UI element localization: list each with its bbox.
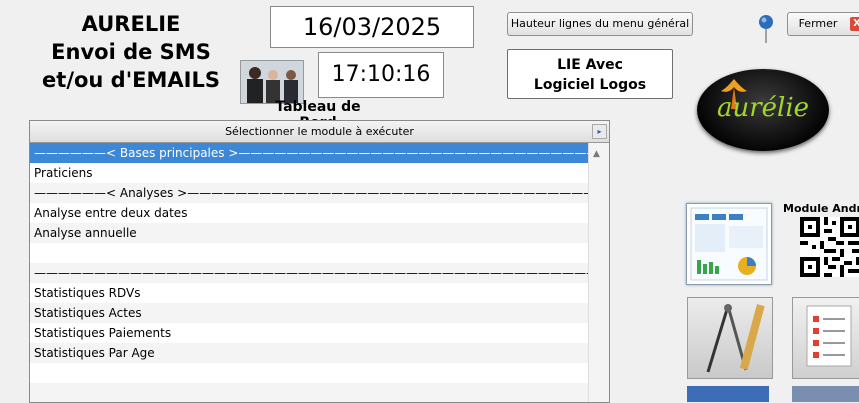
list-item[interactable]: ——————< Bases principales >—————————————… bbox=[30, 143, 588, 163]
module-selector-panel: Sélectionner le module à exécuter ▸ ————… bbox=[29, 120, 610, 403]
lie-line2: Logiciel Logos bbox=[533, 77, 647, 93]
drafting-tools-thumbnail[interactable] bbox=[687, 297, 773, 379]
close-button[interactable]: Fermer X bbox=[787, 12, 859, 36]
module-list: ——————< Bases principales >—————————————… bbox=[30, 143, 609, 402]
lie-logos-box[interactable]: LIE Avec Logiciel Logos bbox=[507, 49, 673, 99]
checklist-thumbnail[interactable] bbox=[792, 297, 859, 379]
scroll-up-icon[interactable]: ▲ bbox=[593, 149, 600, 159]
list-item[interactable] bbox=[30, 363, 588, 383]
aurelie-logo: aurélie bbox=[697, 69, 829, 151]
list-scrollbar[interactable]: ▲ bbox=[588, 143, 609, 402]
qr-code-icon[interactable] bbox=[800, 217, 859, 277]
options-thumbnail[interactable] bbox=[687, 386, 769, 402]
list-item[interactable]: Statistiques Par Age bbox=[30, 343, 588, 363]
lie-line1: LIE Avec bbox=[557, 57, 623, 73]
list-item[interactable] bbox=[30, 243, 588, 263]
business-people-image bbox=[240, 60, 304, 104]
list-item[interactable] bbox=[30, 383, 588, 402]
app-title-line3: et/ou d'EMAILS bbox=[42, 68, 220, 92]
logo-text: aurélie bbox=[716, 93, 810, 123]
module-selector-title: Sélectionner le module à exécuter bbox=[225, 125, 414, 138]
list-item[interactable]: ————————————————————————————————————————… bbox=[30, 263, 588, 283]
map-pin-icon[interactable] bbox=[758, 14, 774, 44]
list-item[interactable]: Statistiques Actes bbox=[30, 303, 588, 323]
app-title-line1: AURELIE bbox=[81, 12, 181, 36]
time-display: 17:10:16 bbox=[318, 52, 444, 98]
module-selector-header: Sélectionner le module à exécuter ▸ bbox=[30, 121, 609, 143]
date-display: 16/03/2025 bbox=[270, 6, 474, 48]
app-title-line2: Envoi de SMS bbox=[51, 40, 211, 64]
list-item[interactable]: Analyse annuelle bbox=[30, 223, 588, 243]
list-item[interactable]: Praticiens bbox=[30, 163, 588, 183]
close-button-label: Fermer bbox=[798, 17, 838, 30]
chevron-right-icon[interactable]: ▸ bbox=[592, 124, 607, 139]
menu-row-height-button[interactable]: Hauteur lignes du menu général bbox=[507, 12, 693, 36]
close-icon: X bbox=[850, 17, 859, 31]
android-module-label: Module Android bbox=[783, 202, 859, 215]
app-title: AURELIE Envoi de SMS et/ou d'EMAILS bbox=[18, 10, 244, 94]
dashboard-thumbnail[interactable] bbox=[686, 203, 772, 285]
list-item[interactable]: Analyse entre deux dates bbox=[30, 203, 588, 223]
commission-thumbnail[interactable] bbox=[792, 386, 859, 402]
list-item[interactable]: Statistiques Paiements bbox=[30, 323, 588, 343]
list-item[interactable]: Statistiques RDVs bbox=[30, 283, 588, 303]
list-item[interactable]: ——————< Analyses >——————————————————————… bbox=[30, 183, 588, 203]
